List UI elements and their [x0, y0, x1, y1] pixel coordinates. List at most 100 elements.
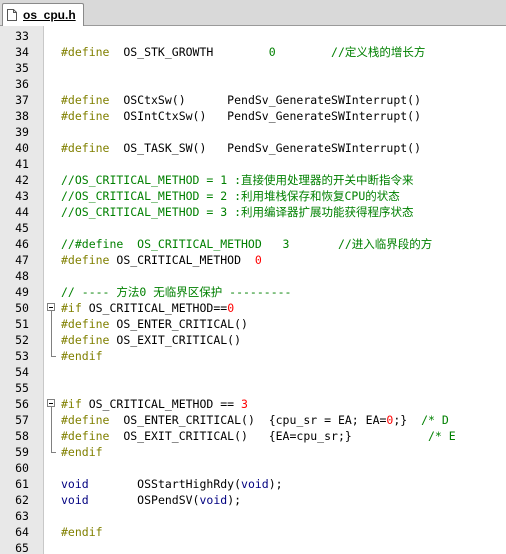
code-text: #if OS_CRITICAL_METHOD==0	[61, 300, 234, 316]
line-number: 57	[15, 413, 29, 427]
code-text: #define OS_EXIT_CRITICAL() {EA=cpu_sr;} …	[61, 428, 456, 444]
code-text: void OSPendSV(void);	[61, 492, 241, 508]
line-number: 46	[15, 237, 29, 251]
line-number: 39	[15, 125, 29, 139]
code-line[interactable]: 42 //OS_CRITICAL_METHOD = 1 :直接使用处理器的开关中断…	[0, 172, 506, 188]
code-line[interactable]: 34 #define OS_STK_GROWTH 0 //定义栈的增长方	[0, 44, 506, 60]
line-number: 43	[15, 189, 29, 203]
code-token: OS_ENTER_CRITICAL()	[109, 317, 248, 331]
code-token: #define	[61, 413, 110, 427]
code-line[interactable]: 37 #define OSCtxSw() PendSv_GenerateSWInt…	[0, 92, 506, 108]
code-line[interactable]: 41	[0, 156, 506, 172]
code-line[interactable]: 56 #if OS_CRITICAL_METHOD == 3	[0, 396, 506, 412]
fold-guide	[51, 407, 52, 452]
code-line[interactable]: 61 void OSStartHighRdy(void);	[0, 476, 506, 492]
fold-guide-end	[51, 452, 56, 453]
code-token: 0	[254, 253, 262, 267]
code-token: ;}	[393, 413, 422, 427]
code-token: OS_EXIT_CRITICAL()	[109, 333, 242, 347]
code-text: #endif	[61, 348, 103, 364]
code-line[interactable]: 46 //#define OS_CRITICAL_METHOD 3 //进入临界段…	[0, 236, 506, 252]
code-line[interactable]: 48	[0, 268, 506, 284]
code-line[interactable]: 60	[0, 460, 506, 476]
line-number: 51	[15, 317, 29, 331]
code-line[interactable]: 51 #define OS_ENTER_CRITICAL()	[0, 316, 506, 332]
code-line[interactable]: 58 #define OS_EXIT_CRITICAL() {EA=cpu_sr;…	[0, 428, 506, 444]
code-editor[interactable]: 33 34 #define OS_STK_GROWTH 0 //定义栈的增长方 35 3…	[0, 26, 506, 554]
code-line[interactable]: 65	[0, 540, 506, 554]
code-line[interactable]: 43 //OS_CRITICAL_METHOD = 2 :利用堆栈保存和恢复CPU…	[0, 188, 506, 204]
code-text: #define OS_CRITICAL_METHOD 0	[61, 252, 262, 268]
line-number: 60	[15, 461, 29, 475]
code-line[interactable]: 35	[0, 60, 506, 76]
code-text: #endif	[61, 444, 103, 460]
line-number: 45	[15, 221, 29, 235]
code-token: OS_EXIT_CRITICAL() {EA=cpu_sr;}	[109, 429, 428, 443]
line-number: 64	[15, 525, 29, 539]
code-line[interactable]: 53 #endif	[0, 348, 506, 364]
line-number: 62	[15, 493, 29, 507]
code-token: #define	[61, 253, 110, 267]
line-number: 55	[15, 381, 29, 395]
code-token: //OS_CRITICAL_METHOD = 1 :直接使用处理器的开关中断指令…	[61, 173, 414, 187]
code-token: 0	[227, 301, 235, 315]
code-token: #define	[61, 429, 110, 443]
code-token: #endif	[61, 525, 103, 539]
line-number: 48	[15, 269, 29, 283]
code-line[interactable]: 47 #define OS_CRITICAL_METHOD 0	[0, 252, 506, 268]
code-token: OSIntCtxSw() PendSv_GenerateSWInterrupt(…	[109, 109, 422, 123]
code-line[interactable]: 57 #define OS_ENTER_CRITICAL() {cpu_sr = …	[0, 412, 506, 428]
line-number: 52	[15, 333, 29, 347]
code-token: void	[199, 493, 228, 507]
line-number: 44	[15, 205, 29, 219]
code-line[interactable]: 59 #endif	[0, 444, 506, 460]
code-line[interactable]: 39	[0, 124, 506, 140]
code-line[interactable]: 44 //OS_CRITICAL_METHOD = 3 :利用编译器扩展功能获得程…	[0, 204, 506, 220]
line-number: 36	[15, 77, 29, 91]
line-number: 33	[15, 29, 29, 43]
code-line[interactable]: 38 #define OSIntCtxSw() PendSv_GenerateSW…	[0, 108, 506, 124]
code-line[interactable]: 36	[0, 76, 506, 92]
code-token: 0	[268, 45, 276, 59]
code-line[interactable]: 40 #define OS_TASK_SW() PendSv_GenerateSW…	[0, 140, 506, 156]
code-line[interactable]: 52 #define OS_EXIT_CRITICAL()	[0, 332, 506, 348]
line-number: 53	[15, 349, 29, 363]
code-text: // ---- 方法0 无临界区保护 ---------	[61, 284, 291, 300]
code-line[interactable]: 50 #if OS_CRITICAL_METHOD==0	[0, 300, 506, 316]
file-icon	[7, 9, 17, 21]
code-token: OS_CRITICAL_METHOD	[109, 253, 255, 267]
code-text: #define OSCtxSw() PendSv_GenerateSWInter…	[61, 92, 421, 108]
code-line[interactable]: 63	[0, 508, 506, 524]
file-tab[interactable]: os_cpu.h	[2, 3, 84, 26]
code-text: //#define OS_CRITICAL_METHOD 3 //进入临界段的方	[61, 236, 432, 252]
code-line[interactable]: 54	[0, 364, 506, 380]
code-token: OSCtxSw() PendSv_GenerateSWInterrupt()	[109, 93, 422, 107]
code-token: OSPendSV(	[88, 493, 200, 507]
code-token: //定义栈的增长方	[331, 45, 426, 59]
code-line[interactable]: 62 void OSPendSV(void);	[0, 492, 506, 508]
line-number: 38	[15, 109, 29, 123]
fold-toggle-icon[interactable]	[47, 399, 55, 407]
code-token: #endif	[61, 349, 103, 363]
code-token: //OS_CRITICAL_METHOD = 3 :利用编译器扩展功能获得程序状…	[61, 205, 414, 219]
line-number: 50	[15, 301, 29, 315]
code-token: void	[61, 477, 89, 491]
fold-toggle-icon[interactable]	[47, 303, 55, 311]
code-token: #if	[61, 397, 82, 411]
code-token: #define	[61, 317, 110, 331]
line-number: 47	[15, 253, 29, 267]
code-line[interactable]: 49 // ---- 方法0 无临界区保护 ---------	[0, 284, 506, 300]
code-line[interactable]: 64 #endif	[0, 524, 506, 540]
line-number: 40	[15, 141, 29, 155]
line-number: 49	[15, 285, 29, 299]
code-line[interactable]: 55	[0, 380, 506, 396]
code-token: /* E	[427, 429, 456, 443]
code-line[interactable]: 45	[0, 220, 506, 236]
code-token: OS_ENTER_CRITICAL() {cpu_sr = EA; EA=	[109, 413, 387, 427]
fold-guide	[51, 311, 52, 356]
code-text: //OS_CRITICAL_METHOD = 1 :直接使用处理器的开关中断指令…	[61, 172, 414, 188]
line-number: 63	[15, 509, 29, 523]
code-token: #endif	[61, 445, 103, 459]
line-number: 54	[15, 365, 29, 379]
code-line[interactable]: 33	[0, 28, 506, 44]
